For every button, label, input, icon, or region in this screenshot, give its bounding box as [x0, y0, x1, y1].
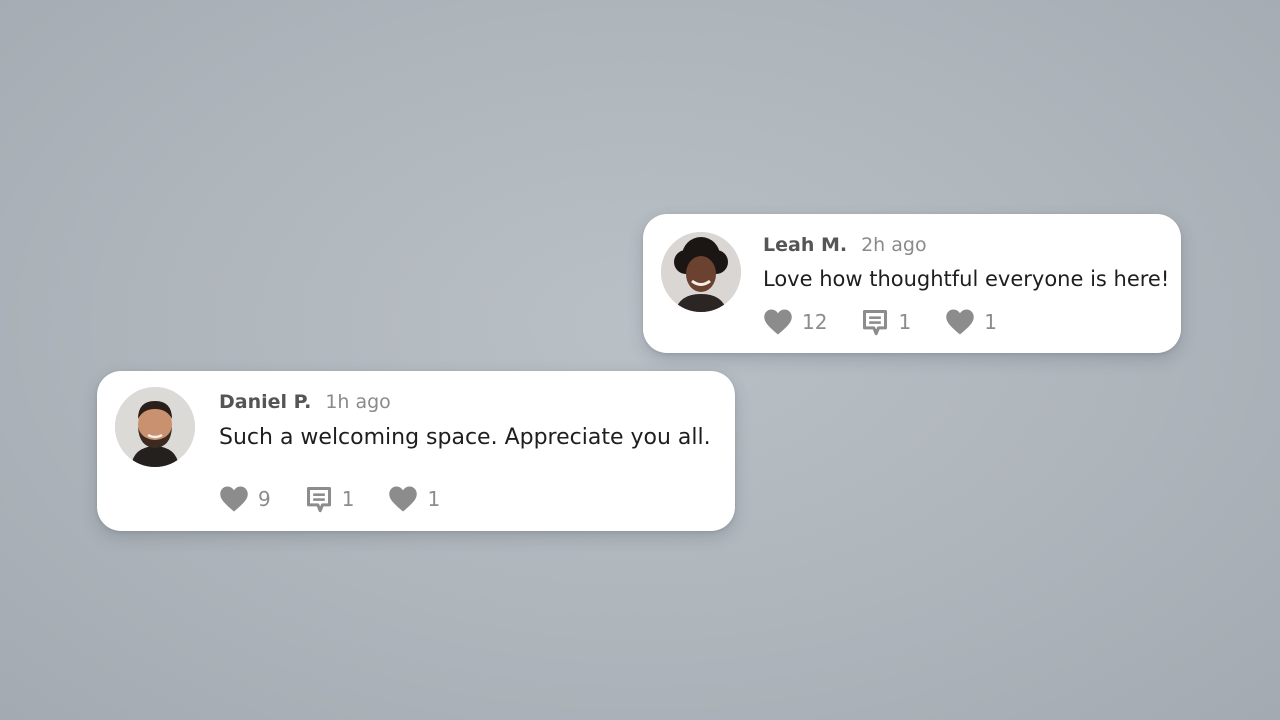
heart-icon	[764, 309, 792, 335]
avatar-woman-icon	[661, 232, 741, 312]
comment-card-daniel: Daniel P. 1h ago Such a welcoming space. …	[97, 371, 735, 531]
reply-button[interactable]: 1	[861, 308, 911, 336]
like-count: 9	[258, 487, 271, 511]
avatar[interactable]	[661, 232, 741, 312]
comment-icon	[306, 486, 331, 513]
heart-icon	[946, 309, 974, 335]
react-button[interactable]: 1	[388, 485, 440, 513]
comment-meta: Leah M. 2h ago	[763, 233, 927, 257]
comment-icon	[863, 309, 888, 336]
reply-button[interactable]: 1	[305, 485, 355, 513]
comment-meta: Daniel P. 1h ago	[219, 390, 391, 414]
like-button[interactable]: 12	[763, 308, 827, 336]
react-button[interactable]: 1	[945, 308, 997, 336]
comment-text: Love how thoughtful everyone is here!	[763, 267, 1170, 291]
avatar[interactable]	[115, 387, 195, 467]
react-count: 1	[427, 487, 441, 511]
avatar-man-icon	[115, 387, 195, 467]
react-count: 1	[984, 310, 997, 334]
comment-actions: 12 1 1	[763, 308, 997, 336]
reply-count: 1	[898, 310, 912, 334]
like-count: 12	[802, 310, 828, 334]
timestamp: 1h ago	[325, 391, 391, 413]
author-name[interactable]: Leah M.	[763, 234, 847, 256]
reply-count: 1	[341, 487, 355, 511]
heart-icon	[389, 486, 418, 512]
timestamp: 2h ago	[861, 234, 927, 256]
comment-actions: 9 1 1	[219, 485, 440, 513]
author-name[interactable]: Daniel P.	[219, 391, 311, 413]
like-button[interactable]: 9	[219, 485, 271, 513]
comment-card-leah: Leah M. 2h ago Love how thoughtful everyo…	[643, 214, 1181, 353]
comment-text: Such a welcoming space. Appreciate you a…	[219, 425, 711, 450]
heart-icon	[220, 486, 248, 512]
